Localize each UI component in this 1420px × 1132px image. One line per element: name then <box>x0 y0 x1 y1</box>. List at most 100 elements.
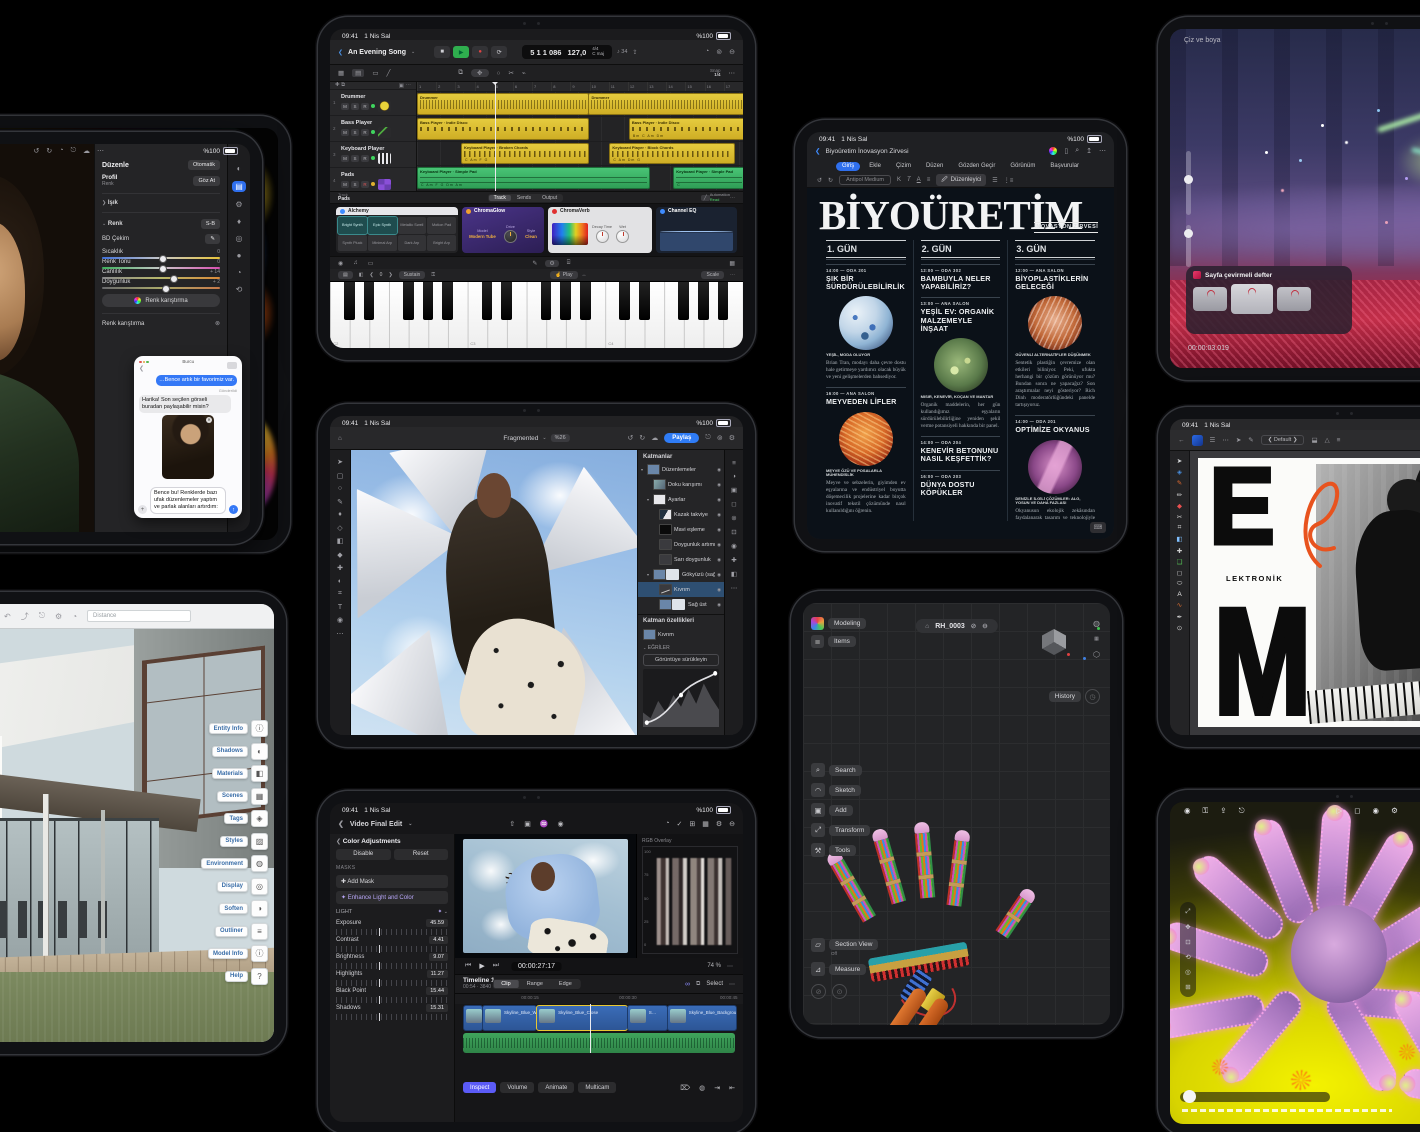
dodge-tool[interactable]: ◐ <box>338 578 342 585</box>
lock-icon[interactable]: ⚿ <box>1203 806 1209 816</box>
tool-item[interactable]: ◠ Sketch <box>811 783 870 797</box>
channel-tab[interactable]: Sends <box>512 195 536 201</box>
indent-icon[interactable]: ⋮≡ <box>1004 177 1014 184</box>
panel-button[interactable]: Outliner ≡ <box>215 923 268 940</box>
black-key[interactable] <box>678 282 689 320</box>
midi-region[interactable]: Keyboard Player · Block ChordsC Am Dm G <box>609 143 735 165</box>
info-icon[interactable]: ⊚ <box>716 48 722 56</box>
panel-button[interactable]: Tags ◈ <box>224 810 268 827</box>
auto-button[interactable]: Otomatik <box>188 160 220 170</box>
undo-icon[interactable]: ↺ <box>628 434 634 442</box>
visibility-icon[interactable]: ◉ <box>717 572 721 578</box>
pan-icon[interactable]: ✥ <box>1185 923 1190 931</box>
stop-icon[interactable]: ◻ <box>1354 806 1360 816</box>
undo-icon[interactable]: ↺ <box>817 177 822 184</box>
settings-icon[interactable]: ⚙ <box>1391 806 1398 816</box>
design-tool-icon[interactable]: ✏ <box>1177 491 1182 499</box>
close-icon[interactable]: ✕ <box>206 417 212 423</box>
keyboard-mode[interactable]: ▤ <box>338 271 353 279</box>
record-button[interactable]: ● <box>472 46 488 58</box>
crop-icon[interactable]: ◐ <box>237 164 242 173</box>
ribbon-tab[interactable]: Görünüm <box>1004 162 1041 171</box>
settings-icon[interactable]: ⚙ <box>716 820 722 828</box>
adjustment-slider[interactable]: Shadows15.31 <box>336 1004 448 1020</box>
search-icon[interactable]: ⌕ <box>1075 147 1079 155</box>
connect-icon[interactable]: ∞ <box>685 981 690 988</box>
design-tool-icon[interactable]: ◈ <box>1177 468 1182 476</box>
color-mix-button[interactable]: Renk karıştırma <box>102 294 220 307</box>
timeline-playhead[interactable] <box>590 1004 591 1053</box>
browse-button[interactable]: Göz At <box>193 176 220 186</box>
record-enable-button[interactable]: R <box>361 155 369 162</box>
export-icon[interactable]: ⤴ <box>21 611 29 622</box>
filters-icon[interactable]: ▣ <box>731 486 737 494</box>
visibility-icon[interactable]: ◉ <box>717 602 721 608</box>
fullkeys-icon[interactable]: ▦ <box>729 260 735 267</box>
clone-tool[interactable]: ♦ <box>338 511 342 518</box>
adjustment-slider[interactable]: Exposure45.59 <box>336 919 448 935</box>
bw-toggle[interactable]: S-B <box>201 219 220 229</box>
append-icon[interactable]: ⇥ <box>714 1084 720 1092</box>
appearance-icon[interactable]: ◍ <box>1093 619 1100 628</box>
alchemy-preset[interactable]: Synth Pluck <box>338 235 367 252</box>
mute-icon[interactable]: ◍ <box>699 1084 705 1092</box>
check-icon[interactable]: ✓ <box>676 820 682 828</box>
export-icon[interactable]: ⎋ <box>1239 806 1245 816</box>
frame-thumb-current[interactable] <box>1231 284 1273 314</box>
more-tools[interactable]: ⋯ <box>337 630 344 638</box>
panel-button[interactable]: Styles ▨ <box>220 833 268 850</box>
enhance-button[interactable]: ✦ Enhance Light and Color <box>336 891 448 904</box>
snap-setting[interactable]: Snap1/4 <box>710 69 721 78</box>
export-icon[interactable]: ⊡ <box>731 528 736 536</box>
play-button[interactable]: ▶ <box>453 46 469 58</box>
zoom-level[interactable]: %26 <box>551 434 570 442</box>
back-icon[interactable]: ❮ <box>815 147 820 155</box>
video-clip[interactable]: Skyline_Blue_Close <box>536 1005 628 1031</box>
collapse-icon[interactable]: ⌄ <box>444 909 448 915</box>
canvas[interactable] <box>351 450 637 735</box>
octave-down[interactable]: ❮ <box>369 272 373 278</box>
panel-button[interactable]: Display ◎ <box>217 878 268 895</box>
track-header[interactable]: 2 Bass Player M S R <box>330 116 416 142</box>
document-canvas[interactable]: BİYOÜRETİM İNOVASYON ZİRVESİ 1. GÜN 14:0… <box>807 188 1114 539</box>
editor-button[interactable]: 🖉Düzenleyici <box>936 174 986 186</box>
alchemy-preset[interactable]: Metallic Swell <box>398 217 427 234</box>
black-key[interactable] <box>619 282 630 320</box>
visibility-icon[interactable]: ◉ <box>717 527 721 533</box>
orbit-icon[interactable]: ⟲ <box>1185 953 1190 961</box>
black-key[interactable] <box>580 282 591 320</box>
tool-item[interactable]: ▣ Add <box>811 803 870 817</box>
layer-row[interactable]: ▾ Ayarlar ◉ <box>638 492 724 507</box>
move-tool-icon[interactable]: ➤ <box>1236 436 1241 444</box>
alchemy-preset[interactable]: Dark Arp <box>398 235 427 252</box>
measure[interactable]: ⊿Measure <box>811 962 878 976</box>
settings-icon[interactable]: ⚙ <box>55 612 62 621</box>
align-icon[interactable]: ≡ <box>927 177 931 183</box>
viewer[interactable] <box>455 834 636 958</box>
black-key[interactable] <box>364 282 375 320</box>
playhead[interactable] <box>495 82 496 191</box>
inspector-button[interactable]: Inspect <box>463 1082 496 1093</box>
lens-icon[interactable]: ● <box>237 251 242 260</box>
list-icon[interactable]: ☰ <box>992 177 997 184</box>
design-tool-icon[interactable]: ➤ <box>1177 457 1182 465</box>
channel-tab[interactable]: Output <box>537 195 562 201</box>
export-icon[interactable]: ⎋ <box>705 434 711 442</box>
ribbon-tab[interactable]: Ekle <box>863 162 887 171</box>
send-button[interactable]: ↑ <box>229 505 238 514</box>
inspector-button[interactable]: Animate <box>538 1082 574 1093</box>
back-icon[interactable]: ← <box>1178 437 1185 444</box>
audio-region[interactable]: Drummer <box>588 93 743 115</box>
slider-knob[interactable] <box>1183 1090 1196 1103</box>
keyboard-settings-icon[interactable]: ⚙ <box>545 260 558 267</box>
overwrite-icon[interactable]: ⧉ <box>696 981 700 988</box>
document-name[interactable]: Fragmented <box>503 435 538 442</box>
visibility-icon[interactable]: ◉ <box>717 482 721 488</box>
rotate-icon[interactable]: △ <box>1325 436 1330 444</box>
message-input[interactable]: Bence bu! Renklerde bazı ufak düzenlemel… <box>150 487 226 514</box>
black-key[interactable] <box>718 282 729 320</box>
photo-canvas[interactable] <box>0 144 94 532</box>
pencil-icon[interactable]: ╱ <box>386 69 390 77</box>
tool-item[interactable]: ⤢ Transform <box>811 823 870 837</box>
automation-pencil-icon[interactable]: ╱ <box>701 195 710 201</box>
